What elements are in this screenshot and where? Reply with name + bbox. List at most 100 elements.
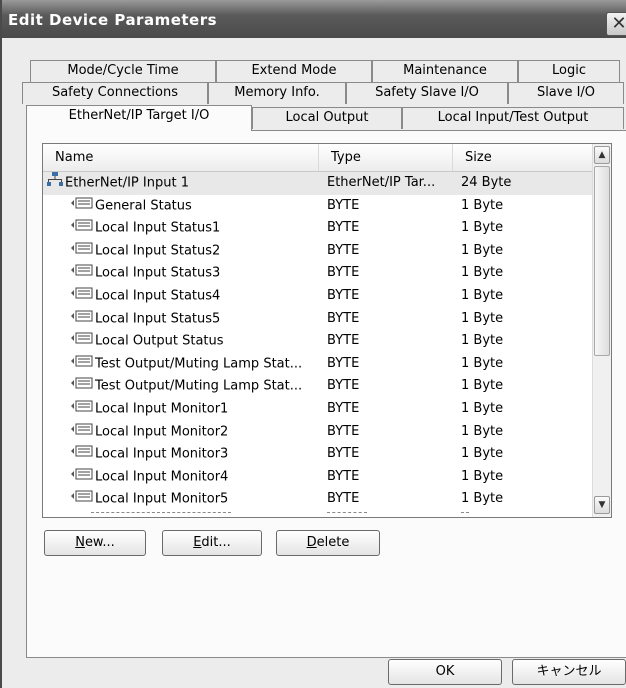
- tag-icon: [71, 421, 93, 443]
- scroll-down-button[interactable]: ▼: [594, 496, 610, 514]
- cell-type: BYTE: [327, 378, 360, 394]
- tag-icon: [71, 285, 93, 307]
- row-name: Local Input Monitor5: [95, 491, 229, 507]
- row-name: Local Input Status2: [95, 243, 221, 259]
- chevron-down-icon: ▼: [598, 500, 606, 510]
- vertical-scrollbar[interactable]: ▲ ▼: [592, 144, 611, 517]
- row-name: EtherNet/IP Input 1: [65, 175, 189, 191]
- cell-type: BYTE: [327, 242, 360, 258]
- column-header-size[interactable]: Size: [453, 144, 592, 171]
- chevron-up-icon: ▲: [598, 150, 606, 160]
- cell-type: EtherNet/IP Tar...: [327, 175, 436, 190]
- tab-ethernet-ip-target-io[interactable]: EtherNet/IP Target I/O: [26, 105, 252, 131]
- cell-type: BYTE: [327, 355, 360, 371]
- list-item[interactable]: Local Input Status4 BYTE 1 Byte: [43, 285, 592, 308]
- cell-size: 1 Byte: [461, 310, 504, 326]
- cell-name: Local Input Status3: [71, 262, 341, 285]
- list-item[interactable]: Local Input Status2 BYTE 1 Byte: [43, 240, 592, 263]
- cell-name: Local Output Status: [71, 330, 341, 353]
- list-item[interactable]: Local Input Monitor2 BYTE 1 Byte: [43, 421, 592, 444]
- tab-local-input-test-output[interactable]: Local Input/Test Output: [402, 107, 624, 129]
- cell-name: Local Input Monitor4: [71, 466, 341, 489]
- tab-logic[interactable]: Logic: [518, 60, 620, 82]
- tab-mode-cycle-time[interactable]: Mode/Cycle Time: [30, 60, 216, 82]
- row-name: General Status: [95, 198, 192, 214]
- cell-size: 1 Byte: [461, 220, 504, 236]
- tab-extend-mode[interactable]: Extend Mode: [216, 60, 372, 82]
- list-item[interactable]: Local Input Status3 BYTE 1 Byte: [43, 262, 592, 285]
- tag-icon: [71, 443, 93, 465]
- row-name: Local Input Monitor4: [95, 469, 229, 485]
- list-item[interactable]: Test Output/Muting Lamp Stat... BYTE 1 Byt…: [43, 375, 592, 398]
- edit-label: dit...: [201, 535, 231, 550]
- close-button[interactable]: ✕: [606, 12, 626, 36]
- tab-local-output[interactable]: Local Output: [252, 107, 402, 129]
- edit-button[interactable]: Edit...: [162, 530, 262, 556]
- tab-safety-slave-io[interactable]: Safety Slave I/O: [346, 82, 508, 104]
- cell-name: Local Input Monitor1: [71, 398, 341, 421]
- tab-memory-info[interactable]: Memory Info.: [208, 82, 346, 104]
- tag-icon: [71, 308, 93, 330]
- tab-slave-io[interactable]: Slave I/O: [508, 82, 624, 104]
- list-item[interactable]: Local Input Monitor1 BYTE 1 Byte: [43, 398, 592, 421]
- column-header-name[interactable]: Name: [43, 144, 319, 171]
- cancel-button[interactable]: キャンセル: [512, 659, 626, 685]
- cell-type: BYTE: [327, 220, 360, 236]
- tab-safety-connections[interactable]: Safety Connections: [22, 82, 208, 104]
- cell-size: 1 Byte: [461, 197, 504, 213]
- cell-name: Local Input Monitor2: [71, 421, 341, 444]
- title-bar[interactable]: Edit Device Parameters ✕: [2, 0, 626, 38]
- cell-name: Local Input Status4: [71, 285, 341, 308]
- row-name: Local Input Status4: [95, 288, 221, 304]
- cell-size: 1 Byte: [461, 446, 504, 462]
- tag-icon: [71, 240, 93, 262]
- cell-type: BYTE: [327, 423, 360, 439]
- tab-maintenance[interactable]: Maintenance: [372, 60, 518, 82]
- cell-name: Local Input Status1: [71, 217, 341, 240]
- cell-size: 1 Byte: [461, 378, 504, 394]
- cell-name: Local Input Monitor5: [71, 488, 341, 511]
- window-title: Edit Device Parameters: [8, 11, 218, 29]
- delete-button[interactable]: Delete: [276, 530, 380, 556]
- list-item[interactable]: Local Input Status1 BYTE 1 Byte: [43, 217, 592, 240]
- cell-type: BYTE: [327, 197, 360, 213]
- cell-type: BYTE: [327, 400, 360, 416]
- tag-icon: [71, 262, 93, 284]
- io-list-view[interactable]: Name Type Size EtherNet/IP Input 1 EtherN…: [42, 143, 612, 518]
- cell-type: BYTE: [327, 265, 360, 281]
- row-name: Local Input Monitor2: [95, 424, 229, 440]
- list-item[interactable]: Local Input Monitor4 BYTE 1 Byte: [43, 466, 592, 489]
- list-item[interactable]: Local Input Monitor5 BYTE 1 Byte: [43, 488, 592, 511]
- tree-root-row[interactable]: EtherNet/IP Input 1 EtherNet/IP Tar... 24 …: [43, 172, 592, 195]
- cell-type: BYTE: [327, 287, 360, 303]
- list-item[interactable]: Test Output/Muting Lamp Stat... BYTE 1 Byt…: [43, 353, 592, 376]
- row-name: Local Input Status1: [95, 220, 221, 236]
- cell-type: BYTE: [327, 491, 360, 507]
- cell-size: 1 Byte: [461, 265, 504, 281]
- row-name: Local Input Status5: [95, 311, 221, 327]
- cell-name: Local Input Status2: [71, 240, 341, 263]
- cell-size: 1 Byte: [461, 400, 504, 416]
- column-header-type[interactable]: Type: [319, 144, 453, 171]
- delete-mnemonic: D: [306, 535, 317, 550]
- list-item[interactable]: Local Output Status BYTE 1 Byte: [43, 330, 592, 353]
- list-item[interactable]: Local Input Status5 BYTE 1 Byte: [43, 308, 592, 331]
- scroll-up-button[interactable]: ▲: [594, 146, 610, 164]
- list-item[interactable]: Local Input Monitor3 BYTE 1 Byte: [43, 443, 592, 466]
- cell-size: 1 Byte: [461, 491, 504, 507]
- ok-button[interactable]: OK: [388, 659, 502, 685]
- cell-size: 1 Byte: [461, 423, 504, 439]
- row-name: Local Input Monitor3: [95, 446, 229, 462]
- tag-icon: [71, 466, 93, 488]
- cell-size: 1 Byte: [461, 355, 504, 371]
- new-button[interactable]: New...: [44, 530, 146, 556]
- tag-icon: [71, 488, 93, 510]
- new-mnemonic: N: [75, 535, 85, 550]
- cell-size: 1 Byte: [461, 287, 504, 303]
- cell-name: Local Input Monitor3: [71, 443, 341, 466]
- scroll-thumb[interactable]: [594, 166, 610, 356]
- cell-type: BYTE: [327, 446, 360, 462]
- cell-name: Test Output/Muting Lamp Stat...: [71, 375, 341, 398]
- list-item[interactable]: General Status BYTE 1 Byte: [43, 195, 592, 218]
- tag-icon: [71, 217, 93, 239]
